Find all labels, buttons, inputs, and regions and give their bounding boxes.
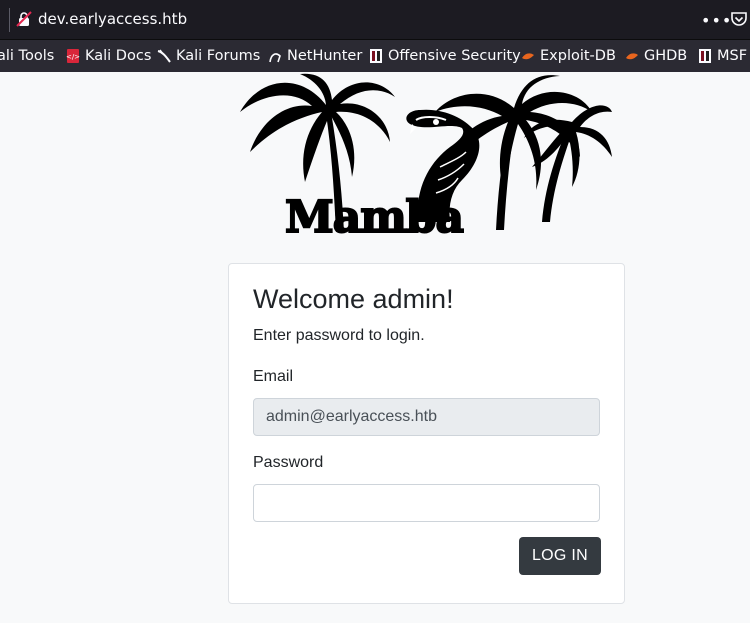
login-card: Welcome admin! Enter password to login. … — [228, 263, 625, 604]
mamba-logo: Mamba — [240, 73, 612, 240]
insecure-lock-icon[interactable] — [16, 11, 32, 27]
bookmark-msf[interactable]: MSF — [698, 47, 747, 65]
bookmark-label: Exploit-DB — [540, 48, 616, 64]
pocket-icon[interactable] — [730, 11, 748, 27]
ghdb-icon — [626, 53, 638, 60]
svg-text:</>: </> — [66, 53, 80, 61]
bookmark-label: MSF — [717, 48, 748, 64]
page-actions-menu-icon[interactable]: ••• — [701, 11, 732, 30]
page-title: Welcome admin! — [253, 284, 454, 314]
kali-forums-icon — [157, 49, 171, 63]
bookmark-label: GHDB — [644, 48, 688, 64]
offsec-icon — [370, 49, 382, 63]
nethunter-icon — [269, 53, 281, 63]
bookmark-kali-docs[interactable]: </> Kali Docs — [66, 47, 151, 65]
login-button[interactable]: LOG IN — [519, 537, 601, 575]
msf-icon — [699, 49, 711, 63]
bookmark-nethunter[interactable]: NetHunter — [268, 47, 362, 65]
browser-url-bar: dev.earlyaccess.htb ••• — [0, 0, 750, 40]
toolbar-separator — [9, 8, 10, 32]
bookmark-label: ali Tools — [0, 48, 55, 64]
bookmark-label: Offensive Security — [388, 48, 521, 64]
password-field[interactable] — [253, 484, 600, 522]
bookmark-kali-forums[interactable]: Kali Forums — [157, 47, 260, 65]
bookmark-label: Kali Forums — [176, 48, 261, 64]
bookmark-label: Kali Docs — [85, 48, 152, 64]
bookmark-offensive-security[interactable]: Offensive Security — [369, 47, 521, 65]
email-label: Email — [253, 368, 294, 385]
bookmark-ghdb[interactable]: GHDB — [625, 47, 687, 65]
bookmark-label: NetHunter — [287, 48, 363, 64]
bookmark-kali-tools[interactable]: ali Tools — [0, 47, 54, 65]
kali-docs-icon: </> — [66, 49, 80, 63]
login-instructions: Enter password to login. — [253, 327, 425, 344]
password-label: Password — [253, 454, 324, 471]
bookmark-exploit-db[interactable]: Exploit-DB — [521, 47, 616, 65]
bookmarks-toolbar: ali Tools </> Kali Docs Kali Forums NetH… — [0, 40, 750, 72]
mamba-wordmark: Mamba — [285, 192, 464, 240]
address-bar-url[interactable]: dev.earlyaccess.htb — [38, 10, 187, 28]
exploit-db-icon — [522, 53, 534, 60]
email-field[interactable] — [253, 398, 600, 436]
